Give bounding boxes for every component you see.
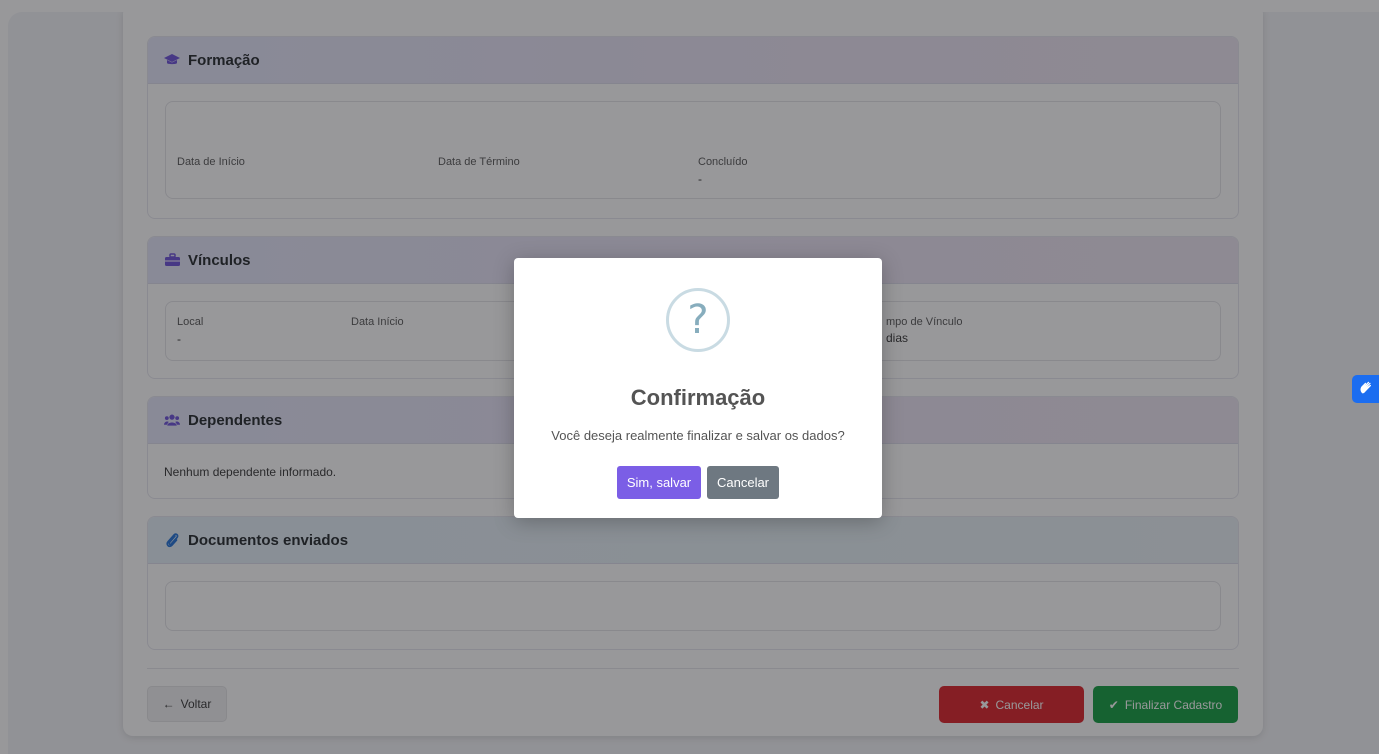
confirm-save-button[interactable]: Sim, salvar [617,466,701,499]
modal-title: Confirmação [630,385,766,410]
modal-icon-glyph: ? [687,297,709,343]
accessibility-button[interactable] [1352,375,1379,403]
confirmation-dialog: ? Confirmação Você deseja realmente fina… [514,258,882,518]
sign-language-hand-icon [1358,379,1374,400]
modal-message: Você deseja realmente finalizar e salvar… [551,428,845,443]
modal-cancel-button[interactable]: Cancelar [707,466,779,499]
question-circle-icon: ? [666,288,730,352]
